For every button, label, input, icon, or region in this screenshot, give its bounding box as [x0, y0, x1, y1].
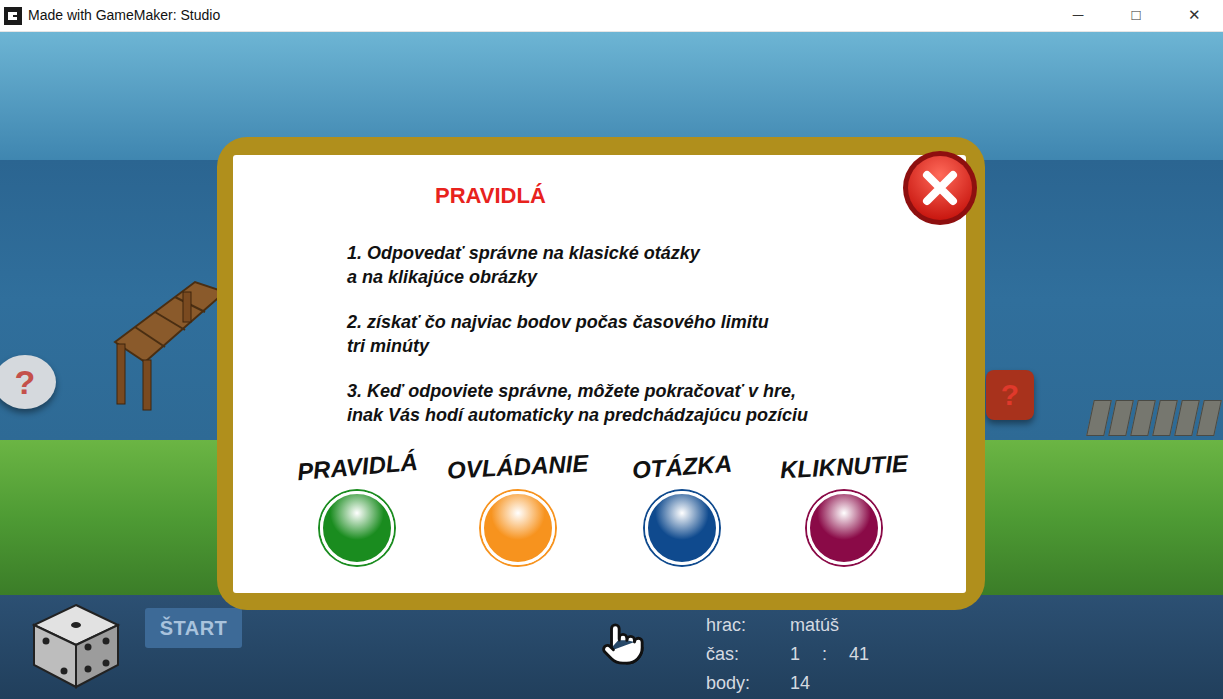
score-value: 14 [790, 669, 869, 698]
menu-label[interactable]: OVLÁDANIE [446, 445, 589, 488]
rules-dialog: PRAVIDLÁ 1. Odpovedať správne na klasické… [217, 137, 985, 610]
menu-circle-button[interactable] [807, 491, 881, 565]
menu-circle-button[interactable] [481, 491, 555, 565]
dialog-title: PRAVIDLÁ [233, 183, 966, 209]
gamemaker-logo-icon [4, 7, 22, 25]
menu-label[interactable]: OTÁZKA [630, 446, 732, 489]
title-bar: Made with GameMaker: Studio ─□✕ [0, 0, 1223, 32]
bridge [1090, 400, 1218, 436]
bridge-plank [1108, 400, 1134, 436]
app-window: Made with GameMaker: Studio ─□✕ ŠTART hrac:… [0, 0, 1223, 699]
bridge-plank [1196, 400, 1222, 436]
menu-item[interactable]: OVLÁDANIE [437, 449, 599, 565]
time-value: 1:41 [790, 640, 869, 669]
dialog-body: PRAVIDLÁ 1. Odpovedať správne na klasické… [233, 155, 966, 593]
game-area: ŠTARThrac:matúščas:1:41body:14??PRAVIDLÁ… [0, 32, 1223, 699]
close-x-icon [907, 155, 973, 221]
rules-list: 1. Odpovedať správne na klasické otázkya… [233, 241, 966, 427]
bottom-bar: ŠTART hrac:matúščas:1:41body:14 [0, 595, 1223, 699]
bridge-plank [1152, 400, 1178, 436]
score-label: body: [706, 669, 790, 698]
menu-buttons: PRAVIDLÁOVLÁDANIE OTÁZKA KLIKNUTIE [233, 449, 966, 565]
window-control-button[interactable]: ─ [1049, 0, 1107, 32]
menu-item[interactable]: OTÁZKA [599, 449, 764, 565]
window-control-button[interactable]: ✕ [1165, 0, 1223, 32]
bridge-plank [1174, 400, 1200, 436]
close-button[interactable] [903, 151, 977, 225]
hand-cursor-icon [600, 621, 646, 667]
stats-panel: hrac:matúščas:1:41body:14 [706, 595, 869, 698]
rule-item: 3. Keď odpoviete správne, môžete pokračo… [347, 379, 966, 427]
menu-label[interactable]: KLIKNUTIE [779, 446, 909, 489]
bridge-plank [1086, 400, 1112, 436]
rule-item: 2. získať čo najviac bodov počas časovéh… [347, 310, 966, 358]
window-control-button[interactable]: □ [1107, 0, 1165, 32]
menu-label[interactable]: PRAVIDLÁ [295, 444, 419, 490]
player-label: hrac: [706, 611, 790, 640]
menu-item[interactable]: KLIKNUTIE [764, 449, 924, 565]
time-label: čas: [706, 640, 790, 669]
dice-icon[interactable] [30, 601, 122, 691]
menu-circle-button[interactable] [645, 491, 719, 565]
rule-item: 1. Odpovedať správne na klasické otázkya… [347, 241, 966, 289]
pier [105, 252, 225, 412]
player-value: matúš [790, 611, 869, 640]
window-title: Made with GameMaker: Studio [28, 5, 220, 26]
bridge-plank [1130, 400, 1156, 436]
crate-marker[interactable]: ? [986, 370, 1034, 420]
start-button[interactable]: ŠTART [145, 608, 242, 648]
menu-circle-button[interactable] [320, 491, 394, 565]
menu-item[interactable]: PRAVIDLÁ [277, 449, 437, 565]
